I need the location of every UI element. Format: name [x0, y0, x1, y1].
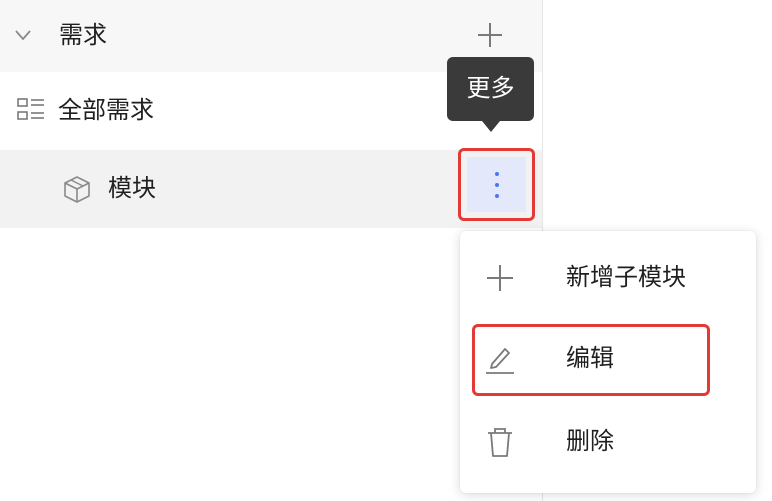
- plus-icon: [487, 265, 513, 291]
- menu-item-add-submodule[interactable]: 新增子模块: [460, 237, 756, 317]
- context-menu: 新增子模块 编辑 删除: [460, 231, 756, 493]
- menu-item-edit[interactable]: 编辑: [460, 318, 756, 398]
- list-icon: [17, 98, 44, 120]
- more-tooltip: 更多: [447, 57, 534, 121]
- sidebar-item-label: 模块: [108, 174, 156, 202]
- more-button[interactable]: [458, 148, 535, 221]
- edit-icon: [486, 348, 514, 374]
- sidebar-item-label: 全部需求: [58, 96, 154, 124]
- menu-item-label: 删除: [566, 427, 614, 455]
- cube-icon: [64, 176, 90, 203]
- menu-item-delete[interactable]: 删除: [460, 401, 756, 481]
- trash-icon: [488, 428, 512, 457]
- more-vertical-icon: [495, 172, 499, 198]
- menu-item-label: 新增子模块: [566, 263, 686, 291]
- section-title: 需求: [59, 21, 107, 49]
- chevron-down-icon[interactable]: [12, 24, 34, 46]
- more-button-bg: [467, 157, 526, 212]
- tooltip-arrow: [482, 121, 500, 132]
- menu-item-label: 编辑: [566, 344, 614, 372]
- add-module-button[interactable]: [474, 19, 506, 51]
